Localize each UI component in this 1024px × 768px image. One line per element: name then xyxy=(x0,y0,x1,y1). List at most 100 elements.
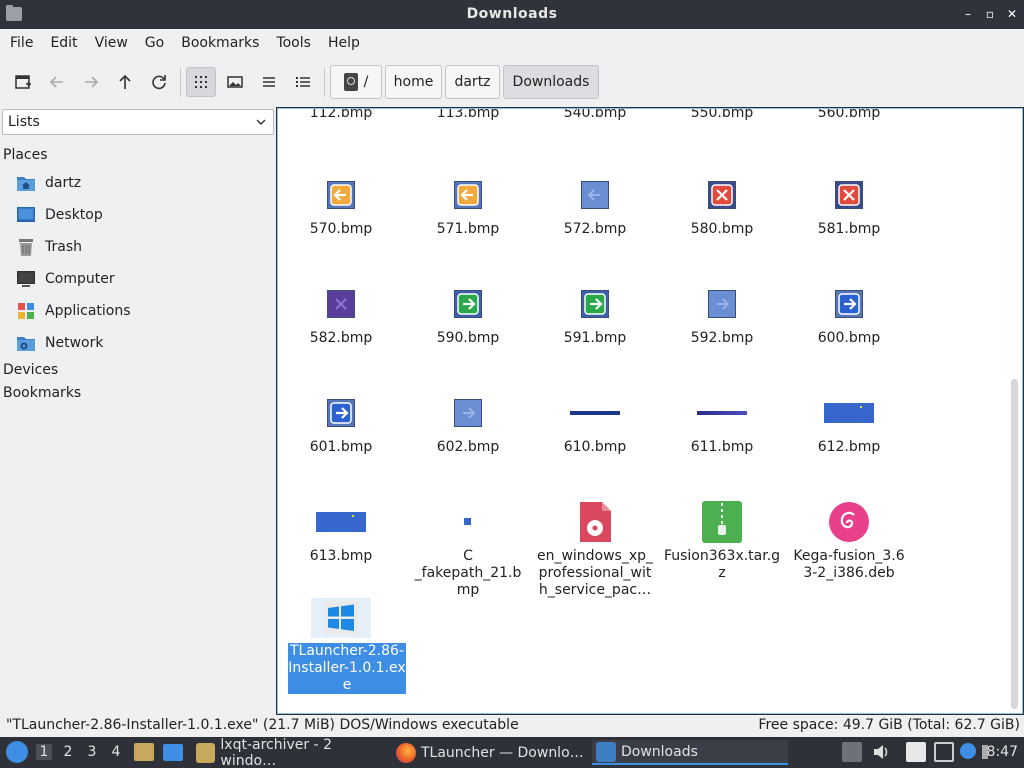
notification-icon[interactable] xyxy=(960,743,976,759)
menu-tools[interactable]: Tools xyxy=(270,35,317,51)
sidebar-item-label: dartz xyxy=(45,175,82,191)
file-item[interactable]: 540.bmp xyxy=(536,108,654,151)
applications-icon xyxy=(16,301,36,321)
file-manager-launcher-icon[interactable] xyxy=(134,743,154,761)
forward-button[interactable] xyxy=(76,67,106,97)
devices-header[interactable]: Devices xyxy=(3,362,58,378)
file-item[interactable]: 112.bmp xyxy=(282,109,400,151)
file-item[interactable]: 600.bmp xyxy=(790,276,908,376)
file-item[interactable]: C _fakepath_21.bmp xyxy=(409,494,527,598)
file-view[interactable]: 112.bmp 113.bmp 540.bmp 550.bmp 560.bmp 570.b… xyxy=(277,108,1023,714)
file-item[interactable]: 611.bmp xyxy=(663,385,781,485)
workspace-1[interactable]: 1 xyxy=(36,744,52,760)
file-item[interactable]: 582.bmp xyxy=(282,276,400,376)
file-item[interactable]: 612.bmp xyxy=(790,385,908,485)
menu-bookmarks[interactable]: Bookmarks xyxy=(175,35,265,51)
places-header[interactable]: Places xyxy=(3,147,48,163)
bar-blue-icon xyxy=(790,395,908,431)
file-item[interactable]: Fusion363x.tar.gz xyxy=(663,494,781,594)
bookmarks-header[interactable]: Bookmarks xyxy=(3,385,81,401)
file-item[interactable]: 572.bmp xyxy=(536,167,654,267)
workspace-2[interactable]: 2 xyxy=(60,744,76,760)
sidebar-item-desktop[interactable]: Desktop xyxy=(16,203,103,227)
debian-package-icon xyxy=(790,502,908,542)
file-item[interactable]: 613.bmp xyxy=(282,494,400,594)
file-name: C _fakepath_21.bmp xyxy=(414,548,522,598)
minimize-button[interactable]: – xyxy=(960,5,976,23)
bar-blue-icon xyxy=(282,504,400,540)
thumbnail-view-button[interactable] xyxy=(220,67,250,97)
arrow-right-faded-icon xyxy=(409,395,527,431)
eject-icon[interactable] xyxy=(842,742,862,762)
status-free-space: Free space: 49.7 GiB (Total: 62.7 GiB) xyxy=(758,717,1020,733)
volume-icon[interactable] xyxy=(871,742,891,762)
file-item[interactable]: 590.bmp xyxy=(409,276,527,376)
breadcrumb-root[interactable]: / xyxy=(330,65,382,99)
clock[interactable]: 8:47 xyxy=(987,744,1018,760)
workspace-4[interactable]: 4 xyxy=(108,744,124,760)
arrow-left-orange-icon xyxy=(409,177,527,213)
file-item[interactable]: en_windows_xp_professional_with_service_… xyxy=(536,494,654,598)
file-name: 550.bmp xyxy=(690,108,754,121)
toolbar-separator xyxy=(180,67,181,97)
file-item[interactable]: Kega-fusion_3.63-2_i386.deb xyxy=(790,494,908,594)
file-item[interactable]: 570.bmp xyxy=(282,167,400,267)
start-menu-button[interactable] xyxy=(6,741,28,763)
sidebar-item-network[interactable]: Network xyxy=(16,331,103,355)
file-item[interactable]: 113.bmp xyxy=(409,109,527,151)
file-name: 590.bmp xyxy=(436,330,500,346)
compact-view-button[interactable] xyxy=(254,67,284,97)
grid-icon xyxy=(195,76,207,88)
task-downloads[interactable]: Downloads xyxy=(592,740,788,765)
vertical-scrollbar[interactable] xyxy=(1011,379,1018,709)
network-status-icon[interactable] xyxy=(934,742,954,762)
line-gradient-icon xyxy=(663,395,781,431)
file-item[interactable]: 591.bmp xyxy=(536,276,654,376)
arrow-right-faded-icon xyxy=(663,286,781,322)
sidebar-item-trash[interactable]: Trash xyxy=(16,235,82,259)
file-item[interactable]: 592.bmp xyxy=(663,276,781,376)
reload-button[interactable] xyxy=(144,67,174,97)
breadcrumb-home[interactable]: home xyxy=(385,65,442,99)
icon-view-button[interactable] xyxy=(186,67,216,97)
file-item[interactable]: 610.bmp xyxy=(536,385,654,485)
file-item[interactable]: 581.bmp xyxy=(790,167,908,267)
menu-go[interactable]: Go xyxy=(139,35,170,51)
new-tab-button[interactable] xyxy=(8,67,38,97)
firefox-icon xyxy=(396,742,416,763)
file-name: 540.bmp xyxy=(563,108,627,121)
arrow-left-faded-icon xyxy=(536,177,654,213)
menu-view[interactable]: View xyxy=(89,35,134,51)
file-name: 601.bmp xyxy=(309,439,373,455)
show-desktop-icon[interactable] xyxy=(163,744,183,761)
file-item[interactable]: 580.bmp xyxy=(663,167,781,267)
task-firefox[interactable]: TLauncher — Downlo… xyxy=(392,740,588,765)
sidebar-item-applications[interactable]: Applications xyxy=(16,299,131,323)
maximize-button[interactable]: ▫ xyxy=(982,5,998,23)
file-name: 571.bmp xyxy=(436,221,500,237)
sidebar-item-computer[interactable]: Computer xyxy=(16,267,115,291)
menu-edit[interactable]: Edit xyxy=(44,35,83,51)
file-item[interactable]: TLauncher-2.86-Installer-1.0.1.exe xyxy=(282,598,406,703)
task-label: Downloads xyxy=(621,743,698,760)
sidebar-item-dartz[interactable]: dartz xyxy=(16,171,81,195)
file-item[interactable]: 550.bmp xyxy=(663,108,781,151)
detailed-view-button[interactable] xyxy=(288,67,318,97)
computer-icon xyxy=(16,269,36,289)
breadcrumb-dartz[interactable]: dartz xyxy=(445,65,500,99)
close-button[interactable]: ✕ xyxy=(1004,5,1020,23)
menu-file[interactable]: File xyxy=(4,35,39,51)
workspace-3[interactable]: 3 xyxy=(84,744,100,760)
sidebar-mode-select[interactable]: Lists xyxy=(2,109,274,135)
file-item[interactable]: 560.bmp xyxy=(790,109,908,151)
clipboard-icon[interactable] xyxy=(906,742,926,762)
file-item[interactable]: 602.bmp xyxy=(409,385,527,485)
file-item[interactable]: 571.bmp xyxy=(409,167,527,267)
up-button[interactable] xyxy=(110,67,140,97)
menu-help[interactable]: Help xyxy=(322,35,366,51)
back-button[interactable] xyxy=(42,67,72,97)
file-item[interactable]: 601.bmp xyxy=(282,385,400,485)
arrow-up-icon xyxy=(119,74,131,89)
breadcrumb-downloads[interactable]: Downloads xyxy=(503,65,599,99)
task-lxqt-archiver[interactable]: lxqt-archiver - 2 windo… xyxy=(192,737,387,768)
